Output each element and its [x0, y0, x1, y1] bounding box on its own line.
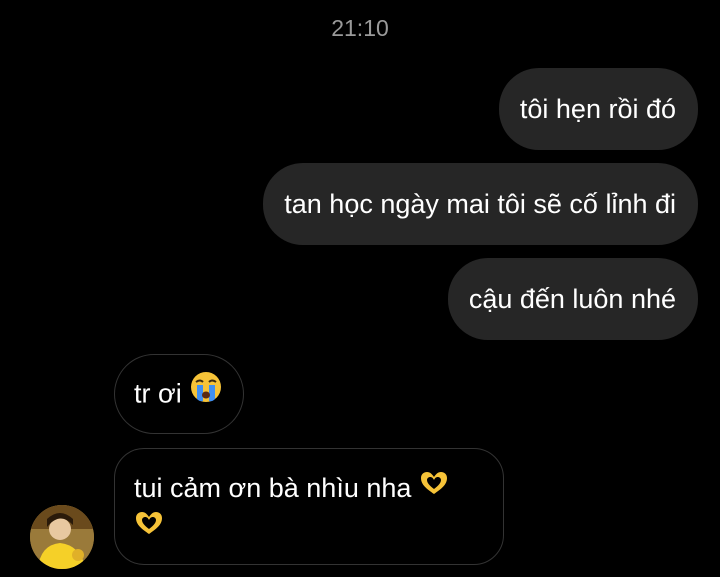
- heart-hands-icon: [134, 508, 164, 546]
- crying-face-icon: [189, 370, 223, 415]
- sent-message-bubble[interactable]: tan học ngày mai tôi sẽ cố lỉnh đi: [263, 163, 698, 245]
- message-timestamp: 21:10: [331, 15, 389, 41]
- message-text: tr ơi: [134, 378, 182, 409]
- sent-message-bubble[interactable]: cậu đến luôn nhé: [447, 258, 698, 340]
- sent-message-bubble[interactable]: tôi hẹn rồi đó: [498, 68, 698, 150]
- message-text: tan học ngày mai tôi sẽ cố lỉnh đi: [284, 189, 676, 219]
- message-text: cậu đến luôn nhé: [468, 284, 676, 314]
- received-message-bubble[interactable]: tui cảm ơn bà nhìu nha: [114, 448, 504, 565]
- received-message-bubble[interactable]: tr ơi: [114, 354, 245, 434]
- contact-avatar[interactable]: [30, 505, 94, 569]
- message-text: tui cảm ơn bà nhìu nha: [134, 473, 412, 503]
- heart-hands-icon: [419, 468, 449, 506]
- message-text: tôi hẹn rồi đó: [519, 94, 676, 124]
